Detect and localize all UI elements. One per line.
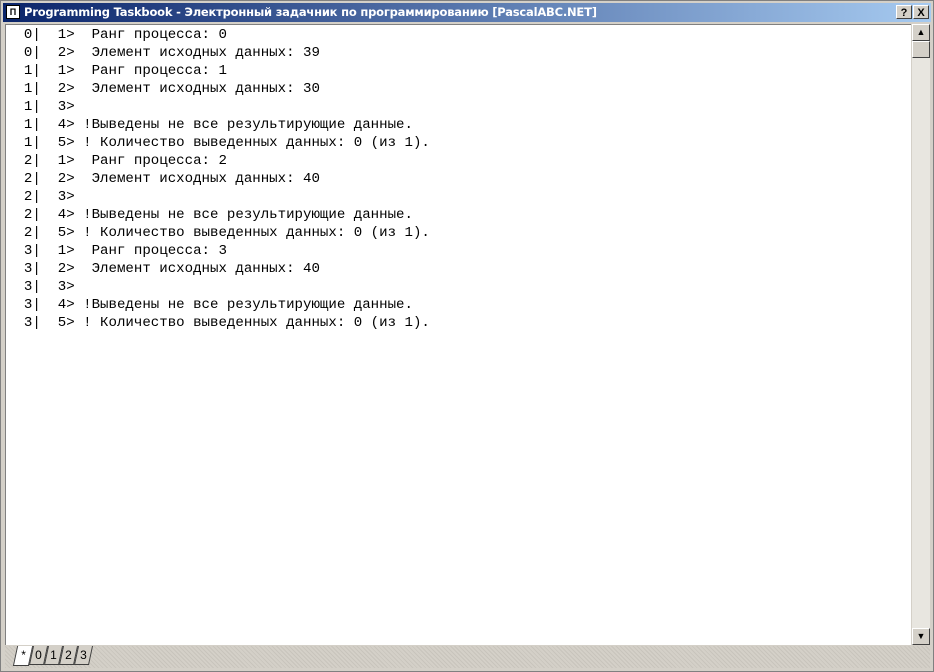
tab-label: 3 [80,648,87,662]
title-bar[interactable]: П Programming Taskbook - Электронный зад… [3,3,931,22]
output-lines: 0| 1> Ранг процесса: 0 0| 2> Элемент исх… [7,26,430,332]
output-line: 1| 5> ! Количество выведенных данных: 0 … [7,135,430,151]
tab-label: 0 [35,648,42,662]
tab-label: 1 [50,648,57,662]
output-line: 2| 1> Ранг процесса: 2 [7,153,227,169]
output-line: 1| 1> Ранг процесса: 1 [7,63,227,79]
vertical-scrollbar[interactable]: ▲ ▼ [912,24,930,645]
tab-label: 2 [65,648,72,662]
output-line: 2| 4> !Выведены не все результирующие да… [7,207,413,223]
output-line: 3| 5> ! Количество выведенных данных: 0 … [7,315,430,331]
window-title: Programming Taskbook - Электронный задач… [24,5,597,19]
scroll-up-button[interactable]: ▲ [912,24,930,41]
output-line: 3| 3> [7,279,75,295]
taskbook-window: П Programming Taskbook - Электронный зад… [0,0,934,672]
output-area[interactable]: 0| 1> Ранг процесса: 0 0| 2> Элемент исх… [5,24,911,645]
output-line: 2| 3> [7,189,75,205]
output-line: 3| 4> !Выведены не все результирующие да… [7,297,413,313]
output-line: 1| 3> [7,99,75,115]
output-line: 0| 2> Элемент исходных данных: 39 [7,45,320,61]
output-line: 1| 4> !Выведены не все результирующие да… [7,117,413,133]
output-line: 0| 1> Ранг процесса: 0 [7,27,227,43]
process-tab-bar: * 0 1 2 3 [5,646,930,668]
output-line: 1| 2> Элемент исходных данных: 30 [7,81,320,97]
close-button[interactable]: X [913,5,929,19]
scroll-thumb[interactable] [912,41,930,58]
output-line: 2| 5> ! Количество выведенных данных: 0 … [7,225,430,241]
help-button[interactable]: ? [896,5,912,19]
scroll-down-button[interactable]: ▼ [912,628,930,645]
output-line: 3| 1> Ранг процесса: 3 [7,243,227,259]
output-line: 3| 2> Элемент исходных данных: 40 [7,261,320,277]
taskbook-icon[interactable]: П [6,5,20,19]
output-line: 2| 2> Элемент исходных данных: 40 [7,171,320,187]
tab-process-3[interactable]: 3 [73,646,94,665]
tab-label: * [20,648,26,662]
